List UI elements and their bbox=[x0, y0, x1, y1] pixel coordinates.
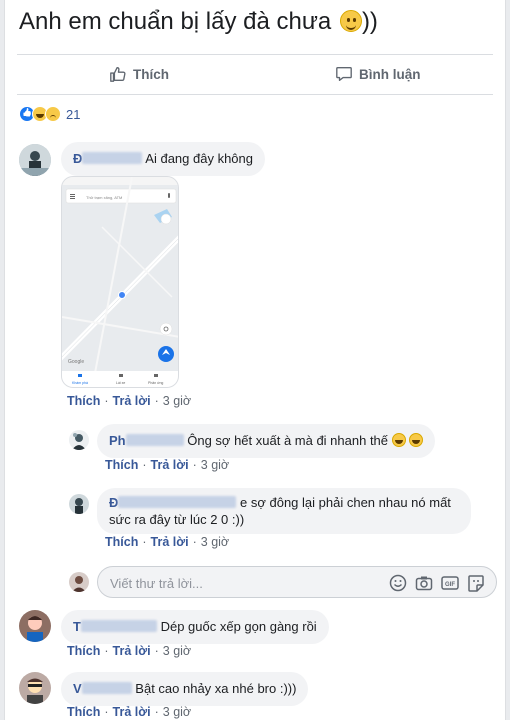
smile-emoji-icon bbox=[339, 10, 362, 32]
comment-icon bbox=[336, 67, 352, 81]
comment-author[interactable]: T bbox=[73, 619, 157, 634]
post-text-suffix: )) bbox=[361, 8, 378, 35]
sad-reaction-icon bbox=[45, 106, 61, 122]
current-user-avatar bbox=[69, 572, 89, 592]
reply-text: Ông sợ hết xuất à mà đi nhanh thế bbox=[187, 433, 389, 448]
comment-bubble: V Bật cao nhảy xa nhé bro :))) bbox=[61, 672, 309, 706]
avatar-photo bbox=[19, 610, 51, 642]
map-image: Thử trạm xăng, ATM Google Khám phá Lái x… bbox=[62, 177, 178, 387]
comment-like-link[interactable]: Thích bbox=[67, 394, 100, 408]
comment-reply-link[interactable]: Trả lời bbox=[113, 394, 151, 408]
reply-meta: Thích · Trả lời · 3 giờ bbox=[105, 535, 230, 549]
reply-reply-link[interactable]: Trả lời bbox=[151, 535, 189, 549]
reply-time[interactable]: 3 giờ bbox=[201, 458, 229, 472]
avatar-photo bbox=[69, 494, 89, 514]
reply-like-link[interactable]: Thích bbox=[105, 535, 138, 549]
reaction-count: 21 bbox=[66, 106, 81, 122]
map-nav-explore: Khám phá bbox=[72, 381, 88, 385]
gif-icon[interactable]: GIF bbox=[440, 573, 460, 593]
map-screenshot-image[interactable]: Thử trạm xăng, ATM Google Khám phá Lái x… bbox=[61, 176, 179, 388]
camera-icon[interactable] bbox=[414, 573, 434, 593]
like-button-label: Thích bbox=[133, 66, 169, 82]
reply-text: e sợ đông lại phải chen nhau nó mất bbox=[240, 495, 451, 510]
divider bbox=[17, 94, 493, 95]
reply-reply-link[interactable]: Trả lời bbox=[151, 458, 189, 472]
comment-button[interactable]: Bình luận bbox=[335, 60, 421, 88]
post-text: Anh em chuẩn bị lấy đà chưa )) bbox=[19, 6, 378, 38]
comment-author[interactable]: Đ bbox=[73, 151, 143, 166]
laughing-emoji-icon bbox=[409, 433, 424, 447]
reply-like-link[interactable]: Thích bbox=[105, 458, 138, 472]
map-search-text: Thử trạm xăng, ATM bbox=[86, 195, 122, 200]
post-text-main: Anh em chuẩn bị lấy đà chưa bbox=[19, 8, 332, 35]
comment-meta: Thích · Trả lời · 3 giờ bbox=[67, 394, 192, 408]
comment-time[interactable]: 3 giờ bbox=[163, 644, 191, 658]
map-nav-drive: Lái xe bbox=[116, 381, 125, 385]
like-button[interactable]: Thích bbox=[109, 60, 169, 88]
reply-composer[interactable]: GIF bbox=[97, 566, 497, 598]
svg-text:GIF: GIF bbox=[445, 582, 455, 588]
comment-author[interactable]: V bbox=[73, 681, 132, 696]
avatar-photo bbox=[19, 144, 51, 176]
map-nav-commute: Phản ứng bbox=[148, 381, 163, 385]
reply-text-line2: sức ra đây từ lúc 2 0 :)) bbox=[109, 512, 245, 527]
avatar[interactable] bbox=[69, 494, 89, 514]
comment-button-label: Bình luận bbox=[359, 66, 421, 82]
reply-author[interactable]: Đ bbox=[109, 495, 237, 510]
comment-text: Bật cao nhảy xa nhé bro :))) bbox=[135, 681, 297, 696]
comment-bubble: T Dép guốc xếp gọn gàng rồi bbox=[61, 610, 329, 644]
emoji-icon[interactable] bbox=[388, 573, 408, 593]
avatar[interactable] bbox=[69, 430, 89, 450]
avatar-photo bbox=[69, 572, 89, 592]
comment-meta: Thích · Trả lời · 3 giờ bbox=[67, 705, 192, 719]
comment-like-link[interactable]: Thích bbox=[67, 705, 100, 719]
comment-reply-link[interactable]: Trả lời bbox=[113, 705, 151, 719]
thumbs-up-icon bbox=[110, 67, 126, 82]
avatar[interactable] bbox=[19, 672, 51, 704]
comment-text: Ai đang đây không bbox=[145, 151, 253, 166]
comment-time[interactable]: 3 giờ bbox=[163, 705, 191, 719]
reply-meta: Thích · Trả lời · 3 giờ bbox=[105, 458, 230, 472]
reply-author[interactable]: Ph bbox=[109, 433, 184, 448]
comment-time[interactable]: 3 giờ bbox=[163, 394, 191, 408]
avatar-photo bbox=[19, 672, 51, 704]
comment-bubble: Đ Ai đang đây không bbox=[61, 142, 265, 176]
sticker-icon[interactable] bbox=[466, 573, 486, 593]
avatar-photo bbox=[69, 430, 89, 450]
avatar[interactable] bbox=[19, 144, 51, 176]
comment-text: Dép guốc xếp gọn gàng rồi bbox=[160, 619, 317, 634]
post-card: Anh em chuẩn bị lấy đà chưa )) Thích Bìn… bbox=[4, 0, 506, 720]
comment-meta: Thích · Trả lời · 3 giờ bbox=[67, 644, 192, 658]
reply-time[interactable]: 3 giờ bbox=[201, 535, 229, 549]
avatar[interactable] bbox=[19, 610, 51, 642]
reactions-summary[interactable]: 21 bbox=[19, 106, 80, 122]
google-label: Google bbox=[68, 359, 84, 365]
reply-bubble: Ph Ông sợ hết xuất à mà đi nhanh thế bbox=[97, 424, 436, 458]
comment-like-link[interactable]: Thích bbox=[67, 644, 100, 658]
comment-reply-link[interactable]: Trả lời bbox=[113, 644, 151, 658]
laughing-emoji-icon bbox=[391, 433, 406, 447]
divider bbox=[17, 54, 493, 55]
reply-input[interactable] bbox=[110, 573, 370, 593]
reply-bubble: Đ e sợ đông lại phải chen nhau nó mất sứ… bbox=[97, 488, 471, 534]
